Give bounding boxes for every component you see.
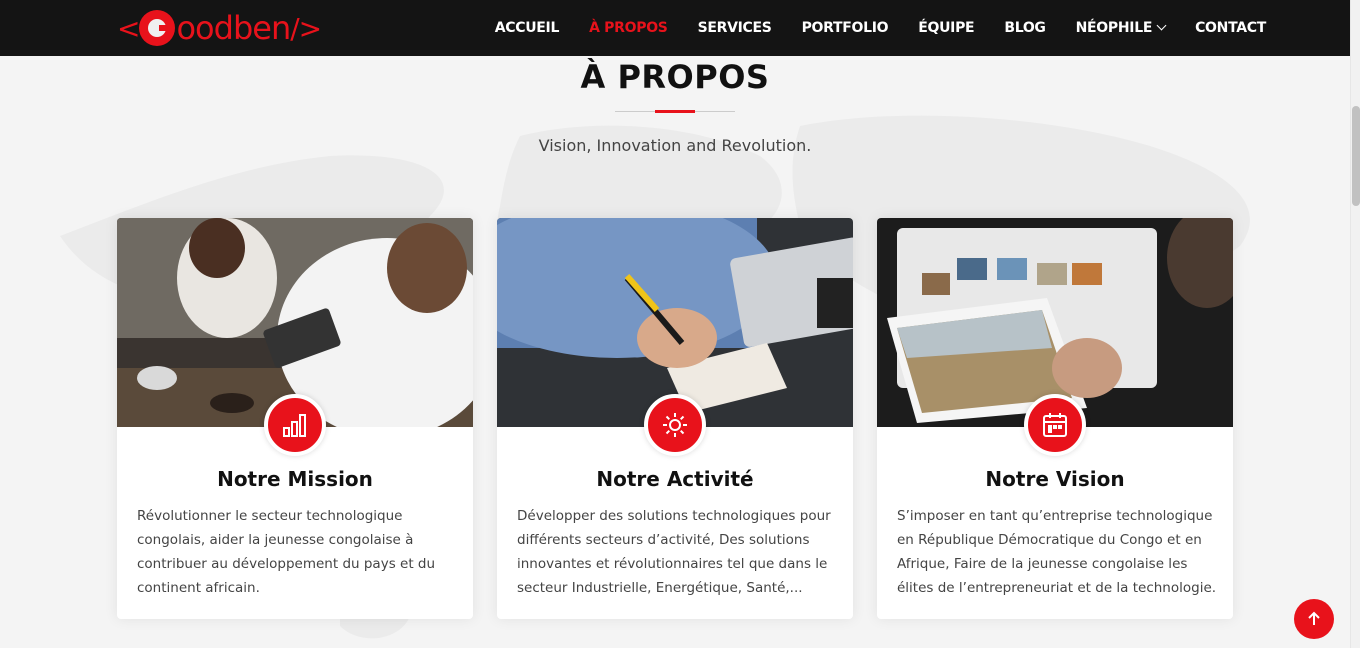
nav-item-contact: CONTACT	[1180, 20, 1281, 36]
title-divider-accent	[655, 110, 695, 113]
nav-item-portfolio: PORTFOLIO	[787, 20, 904, 36]
card-vision: Notre Vision S’imposer en tant qu’entrep…	[877, 218, 1233, 619]
logo-bracket-left: <	[117, 11, 140, 45]
arrow-up-icon	[1308, 611, 1320, 625]
nav-link-neophile[interactable]: NÉOPHILE	[1061, 20, 1180, 36]
main-nav: ACCUEIL À PROPOS SERVICES PORTFOLIO ÉQUI…	[480, 0, 1281, 56]
nav-link-services[interactable]: SERVICES	[683, 20, 787, 36]
nav-link-blog[interactable]: BLOG	[989, 20, 1060, 36]
nav-item-neophile: NÉOPHILE	[1061, 20, 1180, 36]
card-activite-title: Notre Activité	[596, 467, 754, 491]
goodben-logo[interactable]: < oodben />	[117, 7, 322, 49]
section-title: À PROPOS	[580, 58, 770, 96]
nav-label-neophile: NÉOPHILE	[1075, 20, 1153, 36]
back-to-top-button[interactable]	[1294, 599, 1334, 639]
nav-link-a-propos[interactable]: À PROPOS	[574, 20, 683, 36]
nav-link-accueil[interactable]: ACCUEIL	[480, 20, 574, 36]
card-mission-title: Notre Mission	[217, 467, 373, 491]
card-mission: Notre Mission Révolutionner le secteur t…	[117, 218, 473, 619]
nav-item-services: SERVICES	[683, 20, 787, 36]
section-subtitle: Vision, Innovation and Revolution.	[538, 136, 812, 155]
nav-link-portfolio[interactable]: PORTFOLIO	[787, 20, 904, 36]
card-activite-text: Développer des solutions technologiques …	[517, 508, 831, 596]
top-navbar: < oodben /> ACCUEIL À PROPOS SERVICES PO…	[0, 0, 1350, 56]
page-scrollbar[interactable]	[1350, 0, 1360, 648]
chevron-down-icon	[1156, 20, 1167, 31]
nav-item-blog: BLOG	[989, 20, 1060, 36]
nav-item-a-propos: À PROPOS	[574, 20, 683, 36]
logo-g-mark-icon	[139, 10, 176, 46]
nav-item-equipe: ÉQUIPE	[903, 20, 989, 36]
card-vision-title: Notre Vision	[985, 467, 1125, 491]
card-activite: Notre Activité Développer des solutions …	[497, 218, 853, 619]
nav-link-contact[interactable]: CONTACT	[1180, 20, 1281, 36]
logo-bracket-right: />	[290, 11, 322, 45]
nav-item-accueil: ACCUEIL	[480, 20, 574, 36]
sun-icon	[644, 394, 706, 456]
logo-wordmark: oodben	[176, 9, 291, 47]
card-mission-text: Révolutionner le secteur technologique c…	[137, 508, 436, 596]
scrollbar-thumb[interactable]	[1352, 106, 1360, 206]
card-vision-text: S’imposer en tant qu’entreprise technolo…	[897, 508, 1217, 596]
calendar-icon	[1024, 394, 1086, 456]
title-divider	[615, 110, 735, 113]
bar-chart-icon	[264, 394, 326, 456]
nav-link-equipe[interactable]: ÉQUIPE	[903, 20, 989, 36]
